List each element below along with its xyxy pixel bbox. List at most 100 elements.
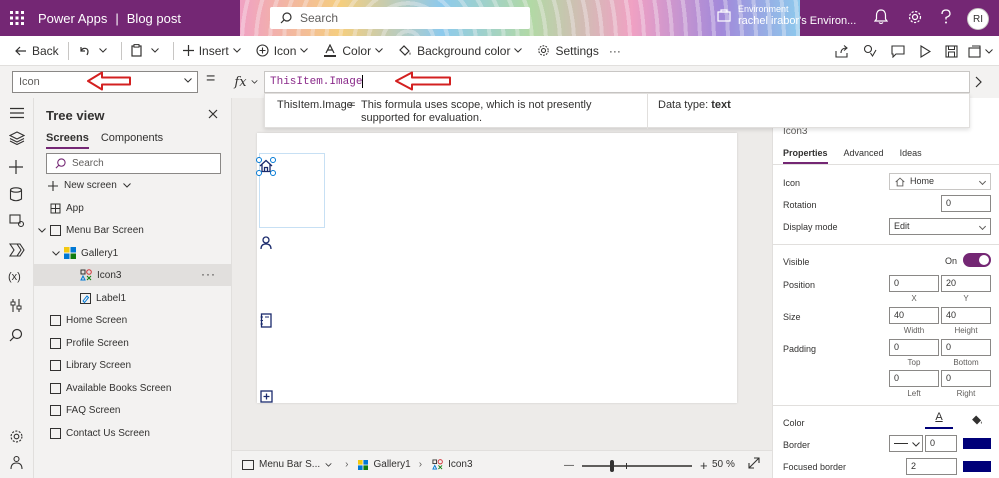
border-thickness-input[interactable]: 0 bbox=[925, 435, 957, 452]
tree-node-icon3[interactable]: Icon3 ··· bbox=[34, 264, 232, 286]
app-launcher-icon[interactable] bbox=[0, 0, 34, 36]
height-input[interactable]: 40 bbox=[941, 307, 991, 324]
tree-node-available-books-screen[interactable]: Available Books Screen bbox=[34, 377, 232, 399]
fx-button[interactable]: fx bbox=[228, 71, 264, 93]
tree-node-app[interactable]: App bbox=[34, 197, 232, 219]
tab-ideas[interactable]: Ideas bbox=[900, 148, 922, 164]
undo-button[interactable] bbox=[73, 36, 117, 66]
advanced-tools-icon[interactable] bbox=[9, 298, 23, 313]
tree-node-menu-bar-screen[interactable]: Menu Bar Screen bbox=[34, 219, 232, 241]
chevron-down-icon[interactable] bbox=[52, 250, 60, 256]
tab-components[interactable]: Components bbox=[101, 132, 163, 149]
color-button[interactable]: Color bbox=[318, 36, 393, 66]
paint-bucket-icon[interactable] bbox=[971, 414, 983, 426]
close-icon[interactable] bbox=[208, 109, 218, 119]
media-icon[interactable] bbox=[9, 214, 25, 228]
add-book-icon[interactable] bbox=[260, 390, 273, 403]
chevron-down-icon bbox=[122, 183, 131, 188]
node-more-button[interactable]: ··· bbox=[201, 268, 216, 280]
zoom-slider[interactable] bbox=[582, 459, 692, 472]
share-icon[interactable] bbox=[835, 44, 849, 58]
app-checker-icon[interactable] bbox=[863, 44, 877, 58]
width-input[interactable]: 40 bbox=[889, 307, 939, 324]
play-icon[interactable] bbox=[919, 44, 931, 58]
comment-icon[interactable] bbox=[891, 44, 905, 58]
breadcrumb-icon[interactable]: Icon3 bbox=[432, 459, 473, 470]
tree-search-input[interactable]: Search bbox=[46, 153, 221, 174]
help-icon[interactable] bbox=[940, 9, 952, 25]
gear-icon[interactable] bbox=[907, 9, 923, 25]
position-x-input[interactable]: 0 bbox=[889, 275, 939, 292]
tree-node-library-screen[interactable]: Library Screen bbox=[34, 354, 232, 376]
visible-toggle[interactable] bbox=[963, 253, 991, 267]
tab-screens[interactable]: Screens bbox=[46, 132, 89, 149]
chevron-down-icon bbox=[300, 48, 309, 53]
environment-picker[interactable]: Environment rachel irabor's Environ... bbox=[716, 4, 856, 28]
resize-handle[interactable] bbox=[256, 157, 262, 163]
notebook-icon[interactable] bbox=[260, 313, 272, 328]
rotation-input[interactable]: 0 bbox=[941, 195, 991, 212]
header-search-input[interactable]: Search bbox=[270, 7, 530, 29]
fx-icon: fx bbox=[234, 74, 247, 90]
bell-icon[interactable] bbox=[874, 9, 888, 25]
paste-button[interactable] bbox=[126, 36, 169, 66]
breadcrumb-screen[interactable]: Menu Bar S... bbox=[242, 459, 337, 470]
padding-top-input[interactable]: 0 bbox=[889, 339, 939, 356]
visible-label: Visible bbox=[783, 257, 810, 267]
person-icon[interactable] bbox=[260, 236, 272, 250]
insert-button[interactable]: Insert bbox=[178, 36, 251, 66]
position-y-input[interactable]: 20 bbox=[941, 275, 991, 292]
expand-formula-icon[interactable] bbox=[975, 76, 983, 88]
padding-right-input[interactable]: 0 bbox=[941, 370, 991, 387]
clipboard-icon bbox=[131, 44, 142, 57]
padding-left-input[interactable]: 0 bbox=[889, 370, 939, 387]
gear-icon[interactable] bbox=[9, 429, 24, 444]
app-canvas[interactable] bbox=[256, 133, 737, 403]
plus-icon[interactable] bbox=[9, 160, 23, 174]
border-style-dropdown[interactable] bbox=[889, 435, 923, 452]
resize-handle[interactable] bbox=[270, 157, 276, 163]
focused-border-color-swatch[interactable] bbox=[963, 461, 991, 472]
tree-node-label1[interactable]: Label1 bbox=[34, 287, 232, 309]
font-color-picker[interactable]: A bbox=[925, 411, 953, 429]
tab-advanced[interactable]: Advanced bbox=[844, 148, 884, 164]
variables-icon[interactable]: (x) bbox=[8, 271, 21, 283]
back-label: Back bbox=[32, 43, 59, 58]
tree-node-home-screen[interactable]: Home Screen bbox=[34, 309, 232, 331]
tab-properties[interactable]: Properties bbox=[783, 148, 828, 164]
zoom-slider-thumb[interactable] bbox=[610, 459, 614, 472]
chevron-down-icon[interactable] bbox=[38, 227, 46, 233]
back-button[interactable]: Back bbox=[10, 36, 64, 66]
display-mode-dropdown[interactable]: Edit bbox=[889, 218, 991, 235]
zoom-in-button[interactable]: + bbox=[700, 458, 708, 473]
border-color-swatch[interactable] bbox=[963, 438, 991, 449]
fit-to-window-icon[interactable] bbox=[748, 457, 760, 469]
padding-bottom-input[interactable]: 0 bbox=[941, 339, 991, 356]
virtual-agent-icon[interactable] bbox=[9, 455, 24, 470]
user-avatar[interactable]: RI bbox=[967, 8, 989, 30]
tree-node-faq-screen[interactable]: FAQ Screen bbox=[34, 399, 232, 421]
focused-border-input[interactable]: 2 bbox=[906, 458, 957, 475]
settings-button[interactable]: Settings bbox=[532, 36, 603, 66]
app-title: Power Apps | Blog post bbox=[38, 11, 181, 26]
publish-button[interactable] bbox=[968, 44, 993, 58]
save-icon[interactable] bbox=[945, 44, 958, 58]
icon-button[interactable]: Icon bbox=[251, 36, 319, 66]
layers-icon[interactable] bbox=[9, 131, 25, 145]
tree-node-contact-us-screen[interactable]: Contact Us Screen bbox=[34, 422, 232, 444]
more-commands-button[interactable]: ··· bbox=[604, 36, 626, 66]
power-automate-icon[interactable] bbox=[9, 243, 25, 257]
resize-handle[interactable] bbox=[256, 170, 262, 176]
new-screen-button[interactable]: New screen bbox=[48, 180, 137, 191]
breadcrumb-gallery[interactable]: Gallery1 bbox=[358, 459, 411, 470]
zoom-out-button[interactable]: — bbox=[564, 460, 574, 471]
search-icon[interactable] bbox=[9, 328, 23, 342]
tree-node-profile-screen[interactable]: Profile Screen bbox=[34, 332, 232, 354]
database-icon[interactable] bbox=[9, 187, 23, 202]
tree-node-gallery1[interactable]: Gallery1 bbox=[34, 242, 232, 264]
resize-handle[interactable] bbox=[270, 170, 276, 176]
background-color-button[interactable]: Background color bbox=[393, 36, 532, 66]
formula-input[interactable]: ThisItem.Image bbox=[264, 71, 970, 93]
icon-property-dropdown[interactable]: Home bbox=[889, 173, 991, 190]
hamburger-menu-icon[interactable] bbox=[9, 107, 25, 119]
